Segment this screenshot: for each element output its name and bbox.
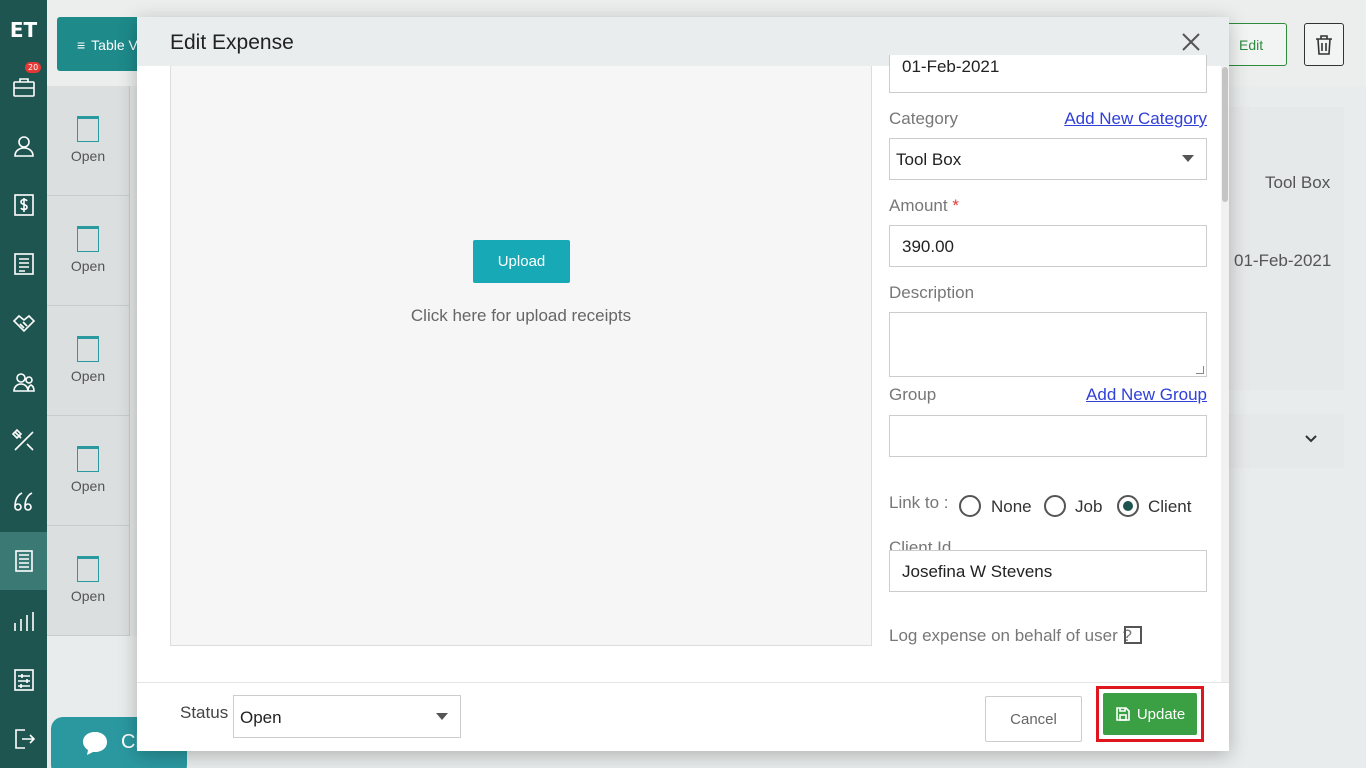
radio-client[interactable] (1117, 495, 1139, 517)
tools-icon[interactable] (0, 412, 47, 470)
logout-icon[interactable] (0, 710, 47, 768)
menu-lines-icon: ≡ (77, 37, 86, 53)
update-label: Update (1136, 705, 1186, 723)
upload-hint: Click here for upload receipts (410, 306, 632, 325)
handshake-icon[interactable] (0, 294, 47, 352)
link-to-group: Link to : None Job Client (889, 491, 1207, 521)
quote-icon[interactable] (0, 471, 47, 529)
caret-down-icon (1182, 155, 1194, 162)
description-textarea[interactable] (889, 312, 1207, 377)
group-label: Group (889, 385, 937, 404)
delete-button[interactable] (1304, 23, 1344, 66)
chat-bubble-icon (83, 732, 107, 755)
log-behalf-label: Log expense on behalf of user ? (889, 626, 1132, 645)
list-item-status: Open (70, 588, 106, 604)
amount-input[interactable]: 390.00 (889, 225, 1207, 267)
amount-label-text: Amount (889, 196, 948, 215)
settings-sliders-icon[interactable] (0, 651, 47, 709)
list-icon[interactable] (0, 235, 47, 293)
list-item[interactable]: Open (47, 196, 129, 306)
list-item[interactable]: Open (47, 86, 129, 196)
upload-button[interactable]: Upload (473, 240, 570, 283)
category-value: Tool Box (896, 150, 962, 169)
list-divider (129, 86, 137, 636)
detail-category: Tool Box (1265, 173, 1331, 192)
radio-none-label[interactable]: None (991, 497, 1032, 517)
expense-calculator-icon[interactable] (0, 532, 47, 590)
radio-client-label[interactable]: Client (1148, 497, 1191, 517)
add-new-category-link[interactable]: Add New Category (1064, 109, 1207, 129)
category-select[interactable]: Tool Box (889, 138, 1207, 180)
receipt-icon (77, 116, 99, 142)
required-mark: * (952, 196, 959, 215)
radio-none[interactable] (959, 495, 981, 517)
app-logo[interactable]: ET (0, 0, 47, 60)
chevron-down-icon (1305, 435, 1317, 443)
category-label: Category (889, 109, 958, 128)
form-scrollbar-thumb[interactable] (1222, 67, 1228, 202)
user-icon[interactable] (0, 117, 47, 175)
briefcase-icon[interactable] (0, 58, 47, 116)
list-item-status: Open (70, 148, 106, 164)
reports-icon[interactable] (0, 593, 47, 651)
receipt-icon (77, 446, 99, 472)
radio-job-label[interactable]: Job (1075, 497, 1102, 517)
list-item[interactable]: Open (47, 416, 129, 526)
date-input[interactable]: 01-Feb-2021 (889, 55, 1207, 93)
receipt-icon (77, 556, 99, 582)
list-item-status: Open (70, 258, 106, 274)
receipt-icon (77, 336, 99, 362)
table-view-label: Table V (91, 37, 138, 53)
detail-date: 01-Feb-2021 (1234, 251, 1332, 270)
status-value: Open (240, 708, 282, 727)
resize-handle-icon[interactable] (1196, 366, 1204, 374)
receipt-icon (77, 226, 99, 252)
caret-down-icon (436, 713, 448, 720)
edit-expense-modal: Edit Expense Upload Click here for uploa… (137, 17, 1229, 751)
dollar-icon[interactable] (0, 176, 47, 234)
save-icon (1116, 707, 1130, 721)
status-label: Status (180, 703, 229, 722)
modal-title: Edit Expense (170, 31, 294, 54)
amount-label: Amount * (889, 196, 959, 216)
list-item-status: Open (70, 368, 106, 384)
log-behalf-checkbox[interactable] (1124, 626, 1142, 644)
receipt-upload-area[interactable]: Upload Click here for upload receipts (170, 66, 872, 646)
update-button[interactable]: Update (1103, 693, 1197, 735)
cancel-button[interactable]: Cancel (985, 696, 1082, 742)
list-item[interactable]: Open (47, 526, 129, 636)
link-to-label: Link to : (889, 493, 949, 512)
description-label: Description (889, 283, 975, 302)
add-new-group-link[interactable]: Add New Group (1086, 385, 1207, 405)
trash-icon (1316, 34, 1332, 55)
modal-footer: Status Open Cancel Update (137, 682, 1229, 751)
list-item-status: Open (70, 478, 106, 494)
detail-accordion[interactable] (1229, 414, 1344, 468)
list-item[interactable]: Open (47, 306, 129, 416)
status-select[interactable]: Open (233, 695, 461, 738)
group-input[interactable] (889, 415, 1207, 457)
detail-card: Tool Box 01-Feb-2021 (1229, 107, 1344, 390)
close-icon[interactable] (1180, 31, 1202, 53)
client-id-input[interactable]: Josefina W Stevens (889, 550, 1207, 592)
users-icon[interactable] (0, 353, 47, 411)
update-highlight: Update (1096, 686, 1204, 742)
radio-job[interactable] (1044, 495, 1066, 517)
